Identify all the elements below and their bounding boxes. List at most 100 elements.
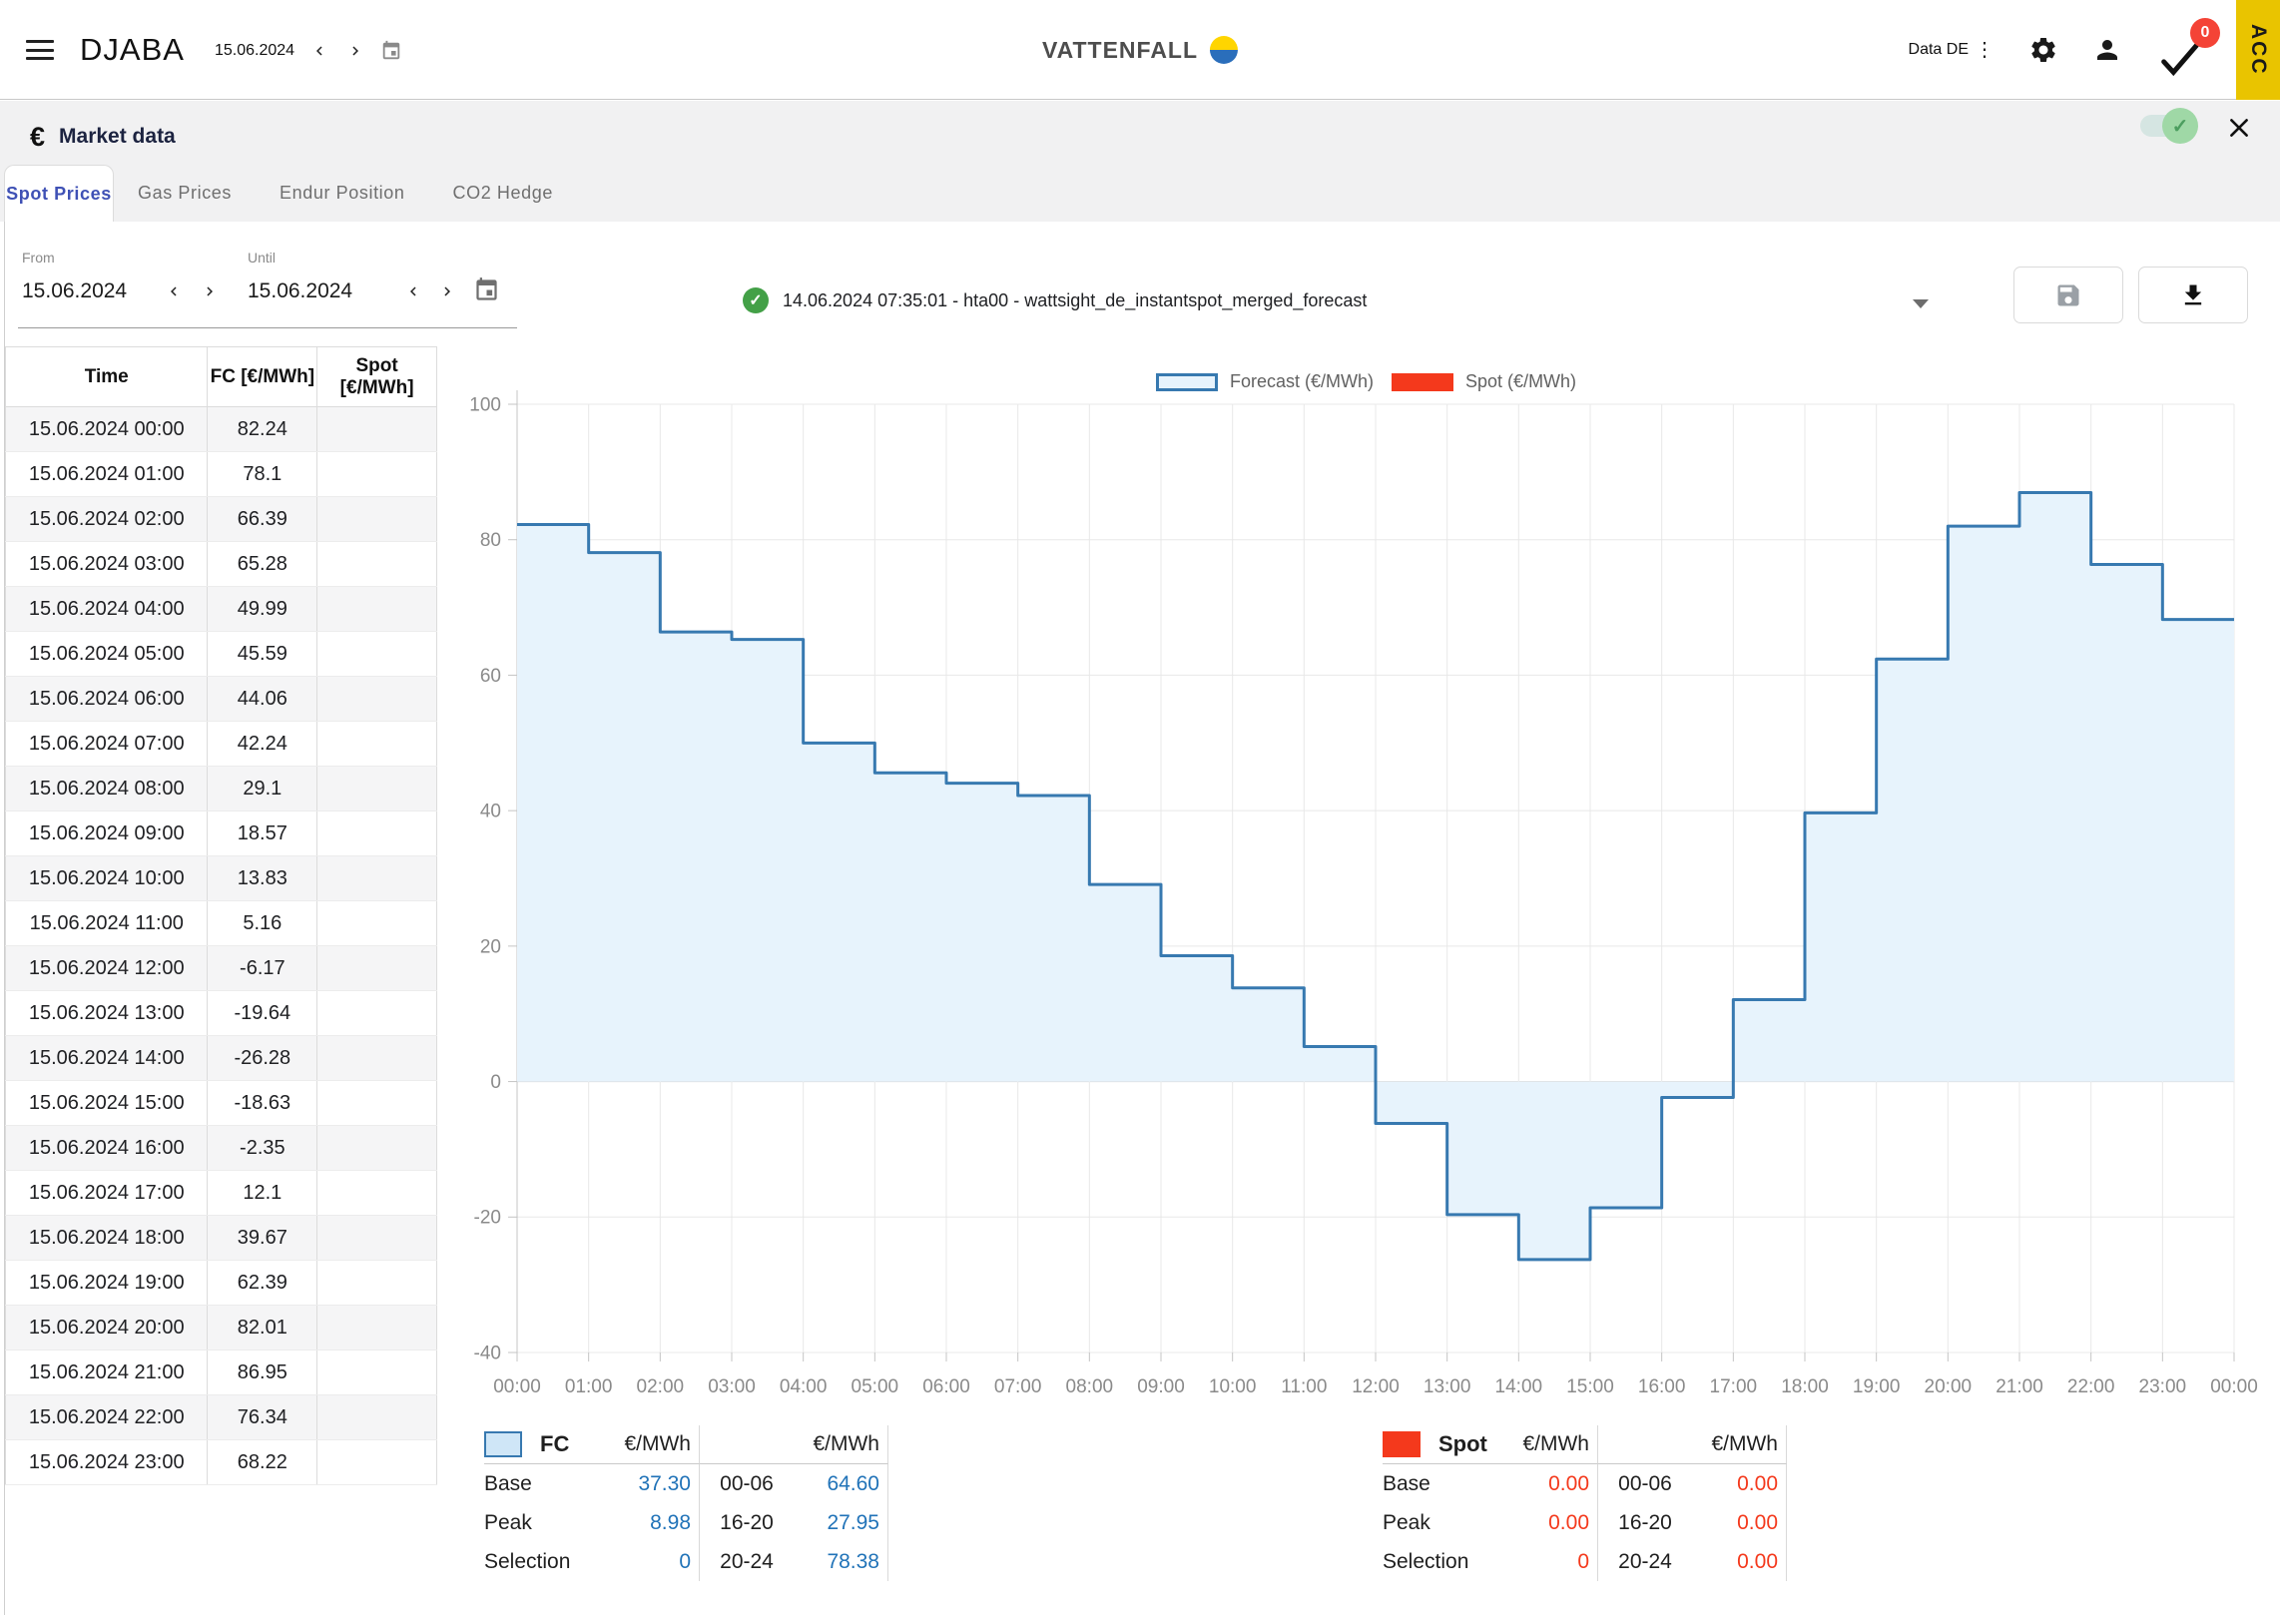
- table-cell: [317, 1440, 437, 1485]
- table-row[interactable]: 15.06.2024 06:0044.06: [6, 677, 437, 722]
- table-row[interactable]: 15.06.2024 07:0042.24: [6, 722, 437, 767]
- x-axis-label: 09:00: [1137, 1376, 1185, 1397]
- spot-selection-value: 0: [1512, 1542, 1597, 1581]
- spot-peak-label: Peak: [1383, 1503, 1512, 1542]
- from-next-icon[interactable]: [198, 279, 222, 303]
- table-cell: 15.06.2024 19:00: [6, 1261, 208, 1306]
- save-button[interactable]: [2013, 267, 2123, 323]
- table-cell: 15.06.2024 04:00: [6, 587, 208, 632]
- table-row[interactable]: 15.06.2024 21:0086.95: [6, 1351, 437, 1395]
- market-data-panel-header: € Market data ✓ Spot Prices Gas Prices E…: [0, 101, 2280, 222]
- x-axis-label: 06:00: [922, 1376, 970, 1397]
- table-row[interactable]: 15.06.2024 15:00-18.63: [6, 1081, 437, 1126]
- y-axis-label: 80: [480, 530, 501, 551]
- environment-tab-acc[interactable]: ACC: [2236, 0, 2280, 100]
- table-cell: 15.06.2024 00:00: [6, 407, 208, 452]
- table-row[interactable]: 15.06.2024 00:0082.24: [6, 407, 437, 452]
- table-cell: 86.95: [208, 1351, 317, 1395]
- table-cell: [317, 452, 437, 497]
- table-row[interactable]: 15.06.2024 22:0076.34: [6, 1395, 437, 1440]
- spot-base-label: Base: [1383, 1464, 1512, 1503]
- table-cell: [317, 587, 437, 632]
- download-button[interactable]: [2138, 267, 2248, 323]
- range-calendar-icon[interactable]: [473, 276, 500, 308]
- table-row[interactable]: 15.06.2024 09:0018.57: [6, 812, 437, 856]
- table-row[interactable]: 15.06.2024 01:0078.1: [6, 452, 437, 497]
- table-cell: [317, 991, 437, 1036]
- col-time: Time: [6, 347, 208, 407]
- brand-text: VATTENFALL: [1042, 37, 1198, 64]
- table-cell: 82.24: [208, 407, 317, 452]
- table-row[interactable]: 15.06.2024 20:0082.01: [6, 1306, 437, 1351]
- table-row[interactable]: 15.06.2024 03:0065.28: [6, 542, 437, 587]
- kebab-menu-icon[interactable]: ⋮: [1975, 40, 1995, 60]
- tab-spot-prices[interactable]: Spot Prices: [4, 165, 114, 222]
- table-cell: [317, 767, 437, 812]
- x-axis-label: 00:00: [493, 1376, 541, 1397]
- table-cell: 29.1: [208, 767, 317, 812]
- table-row[interactable]: 15.06.2024 08:0029.1: [6, 767, 437, 812]
- until-next-icon[interactable]: [435, 279, 459, 303]
- table-cell: 45.59: [208, 632, 317, 677]
- table-cell: 15.06.2024 23:00: [6, 1440, 208, 1485]
- forecast-source-select[interactable]: ✓ 14.06.2024 07:35:01 - hta00 - wattsigh…: [743, 287, 1367, 313]
- x-axis-label: 22:00: [2067, 1376, 2115, 1397]
- y-axis-label: 0: [490, 1072, 501, 1093]
- settings-gear-icon[interactable]: [2028, 35, 2058, 65]
- table-cell: 42.24: [208, 722, 317, 767]
- table-cell: [317, 1081, 437, 1126]
- forecast-chart[interactable]: 100806040200-20-4000:0001:0002:0003:0004…: [439, 381, 2276, 1414]
- until-input[interactable]: 15.06.2024: [248, 279, 352, 303]
- hamburger-menu-icon[interactable]: [26, 40, 54, 60]
- global-date-value[interactable]: 15.06.2024: [215, 42, 294, 60]
- status-ok-icon: ✓: [743, 287, 769, 313]
- save-icon: [2054, 281, 2082, 309]
- table-row[interactable]: 15.06.2024 10:0013.83: [6, 856, 437, 901]
- fc-unit: €/MWh: [614, 1425, 699, 1464]
- fc-2024-value: 78.38: [794, 1542, 888, 1581]
- region-selector[interactable]: Data DE ⋮: [1909, 40, 1995, 60]
- calendar-icon[interactable]: [380, 40, 402, 62]
- table-cell: 15.06.2024 13:00: [6, 991, 208, 1036]
- tab-gas-prices[interactable]: Gas Prices: [114, 165, 256, 222]
- table-row[interactable]: 15.06.2024 11:005.16: [6, 901, 437, 946]
- table-row[interactable]: 15.06.2024 16:00-2.35: [6, 1126, 437, 1171]
- table-cell: 15.06.2024 12:00: [6, 946, 208, 991]
- table-row[interactable]: 15.06.2024 12:00-6.17: [6, 946, 437, 991]
- table-row[interactable]: 15.06.2024 13:00-19.64: [6, 991, 437, 1036]
- x-axis-label: 19:00: [1853, 1376, 1901, 1397]
- table-row[interactable]: 15.06.2024 04:0049.99: [6, 587, 437, 632]
- table-cell: [317, 542, 437, 587]
- from-input[interactable]: 15.06.2024: [22, 279, 127, 303]
- table-cell: 5.16: [208, 901, 317, 946]
- tasks-check-button[interactable]: 0: [2156, 18, 2220, 82]
- user-profile-icon[interactable]: [2092, 35, 2122, 65]
- x-axis-label: 23:00: [2139, 1376, 2187, 1397]
- tab-co2-hedge[interactable]: CO2 Hedge: [429, 165, 577, 222]
- table-cell: 15.06.2024 02:00: [6, 497, 208, 542]
- table-row[interactable]: 15.06.2024 19:0062.39: [6, 1261, 437, 1306]
- panel-enabled-toggle[interactable]: ✓: [2140, 111, 2198, 141]
- table-row[interactable]: 15.06.2024 02:0066.39: [6, 497, 437, 542]
- col-fc: FC [€/MWh]: [208, 347, 317, 407]
- spot-period-2024: 20-24: [1597, 1542, 1692, 1581]
- table-row[interactable]: 15.06.2024 14:00-26.28: [6, 1036, 437, 1081]
- x-axis-label: 08:00: [1066, 1376, 1114, 1397]
- download-icon: [2179, 281, 2207, 309]
- x-axis-label: 11:00: [1281, 1376, 1327, 1397]
- table-cell: 15.06.2024 14:00: [6, 1036, 208, 1081]
- table-cell: -19.64: [208, 991, 317, 1036]
- dropdown-caret-icon[interactable]: [1913, 299, 1929, 308]
- until-prev-icon[interactable]: [401, 279, 425, 303]
- close-icon[interactable]: [2224, 113, 2254, 143]
- x-axis-label: 20:00: [1925, 1376, 1973, 1397]
- table-row[interactable]: 15.06.2024 23:0068.22: [6, 1440, 437, 1485]
- date-next-icon[interactable]: [344, 40, 366, 62]
- table-row[interactable]: 15.06.2024 17:0012.1: [6, 1171, 437, 1216]
- from-prev-icon[interactable]: [162, 279, 186, 303]
- tab-endur-position[interactable]: Endur Position: [256, 165, 428, 222]
- table-row[interactable]: 15.06.2024 05:0045.59: [6, 632, 437, 677]
- date-prev-icon[interactable]: [308, 40, 330, 62]
- table-cell: 15.06.2024 05:00: [6, 632, 208, 677]
- table-row[interactable]: 15.06.2024 18:0039.67: [6, 1216, 437, 1261]
